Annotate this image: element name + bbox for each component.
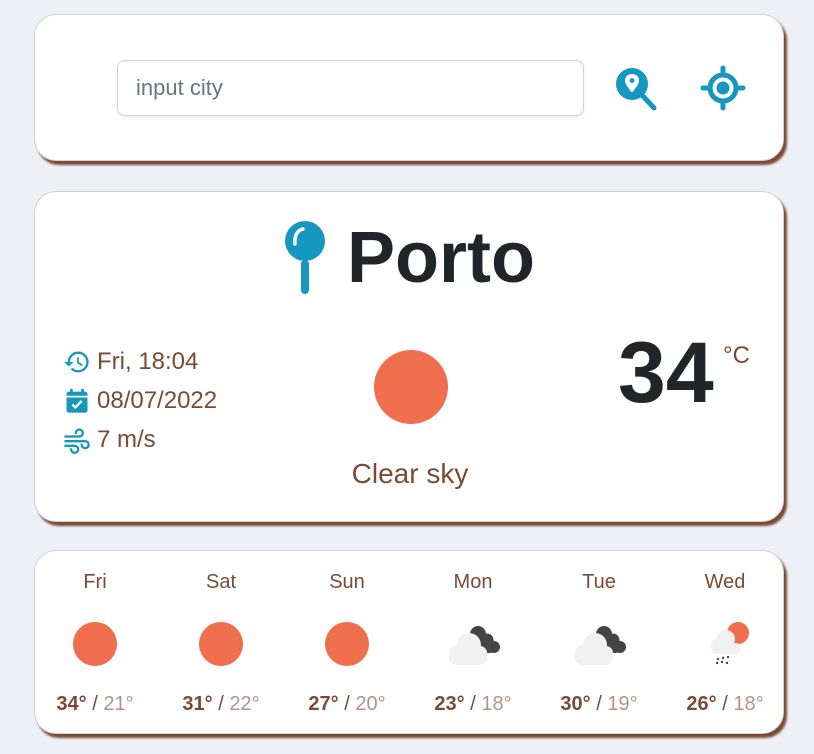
forecast-day-label: Sun xyxy=(329,571,365,593)
rain-sun-icon xyxy=(695,617,755,669)
forecast-day-sun: Sun 27° / 20° xyxy=(284,551,410,733)
forecast-day-fri: Fri 34° / 21° xyxy=(32,551,158,733)
history-clock-icon xyxy=(64,351,89,372)
forecast-temps: 31° / 22° xyxy=(158,693,284,716)
sun-icon xyxy=(191,617,251,669)
day-time-row: Fri, 18:04 xyxy=(63,342,217,381)
wind-row: 7 m/s xyxy=(63,420,217,459)
search-location-button[interactable] xyxy=(610,62,662,114)
forecast-min-temp: 19° xyxy=(607,693,638,715)
broken-clouds-icon xyxy=(443,617,503,669)
broken-clouds-icon xyxy=(569,617,629,669)
search-location-icon xyxy=(616,68,657,111)
temp-separator: / xyxy=(338,693,356,715)
forecast-min-temp: 18° xyxy=(733,693,764,715)
forecast-max-temp: 31° xyxy=(182,693,213,715)
temp-separator: / xyxy=(86,693,104,715)
forecast-day-label: Wed xyxy=(704,571,746,593)
forecast-day-label: Tue xyxy=(582,571,616,593)
forecast-day-wed: Wed 26° / 18° xyxy=(662,551,788,733)
forecast-day-label: Sat xyxy=(205,571,237,593)
temperature-unit: °C xyxy=(723,342,750,369)
wind-icon xyxy=(64,427,90,454)
map-pin-icon xyxy=(285,221,325,294)
forecast-max-temp: 27° xyxy=(308,693,339,715)
forecast-min-temp: 20° xyxy=(355,693,386,715)
forecast-temps: 23° / 18° xyxy=(410,693,536,716)
forecast-day-mon: Mon 23° / 18° xyxy=(410,551,536,733)
forecast-day-sat: Sat 31° / 22° xyxy=(158,551,284,733)
forecast-list: Fri 34° / 21° Sat 31° / 22° Sun 27° / 20° Mon 2… xyxy=(35,551,783,733)
current-location-button[interactable] xyxy=(697,62,749,114)
crosshair-icon xyxy=(700,65,746,111)
temp-separator: / xyxy=(716,693,734,715)
day-time-text: Fri, 18:04 xyxy=(97,347,199,375)
city-name: Porto xyxy=(347,218,535,298)
city-header: Porto xyxy=(35,220,783,296)
forecast-card: Fri 34° / 21° Sat 31° / 22° Sun 27° / 20° Mon 2… xyxy=(34,550,784,734)
forecast-day-label: Mon xyxy=(453,571,493,593)
current-weather-card: Porto Fri, 18:04 08/07/2022 7 m/s Clear … xyxy=(34,191,784,522)
forecast-day-label: Fri xyxy=(83,571,107,593)
forecast-temps: 30° / 19° xyxy=(536,693,662,716)
city-search-input[interactable] xyxy=(117,60,584,116)
date-row: 08/07/2022 xyxy=(63,381,217,420)
current-temperature: 34 xyxy=(618,325,714,421)
temp-separator: / xyxy=(464,693,482,715)
forecast-temps: 27° / 20° xyxy=(284,693,410,716)
search-card xyxy=(34,14,784,161)
forecast-day-tue: Tue 30° / 19° xyxy=(536,551,662,733)
forecast-min-temp: 18° xyxy=(481,693,512,715)
sun-icon xyxy=(65,617,125,669)
forecast-max-temp: 30° xyxy=(560,693,591,715)
temp-separator: / xyxy=(590,693,608,715)
wind-text: 7 m/s xyxy=(97,425,156,453)
forecast-max-temp: 23° xyxy=(434,693,465,715)
current-meta: Fri, 18:04 08/07/2022 7 m/s xyxy=(63,342,217,459)
forecast-max-temp: 34° xyxy=(56,693,87,715)
calendar-check-icon xyxy=(66,388,88,413)
forecast-max-temp: 26° xyxy=(686,693,717,715)
weather-description: Clear sky xyxy=(351,458,469,489)
forecast-min-temp: 21° xyxy=(103,693,134,715)
forecast-temps: 34° / 21° xyxy=(32,693,158,716)
forecast-temps: 26° / 18° xyxy=(662,693,788,716)
date-text: 08/07/2022 xyxy=(97,386,218,414)
sun-icon xyxy=(374,350,448,424)
forecast-min-temp: 22° xyxy=(229,693,260,715)
sun-icon xyxy=(317,617,377,669)
temp-separator: / xyxy=(212,693,230,715)
